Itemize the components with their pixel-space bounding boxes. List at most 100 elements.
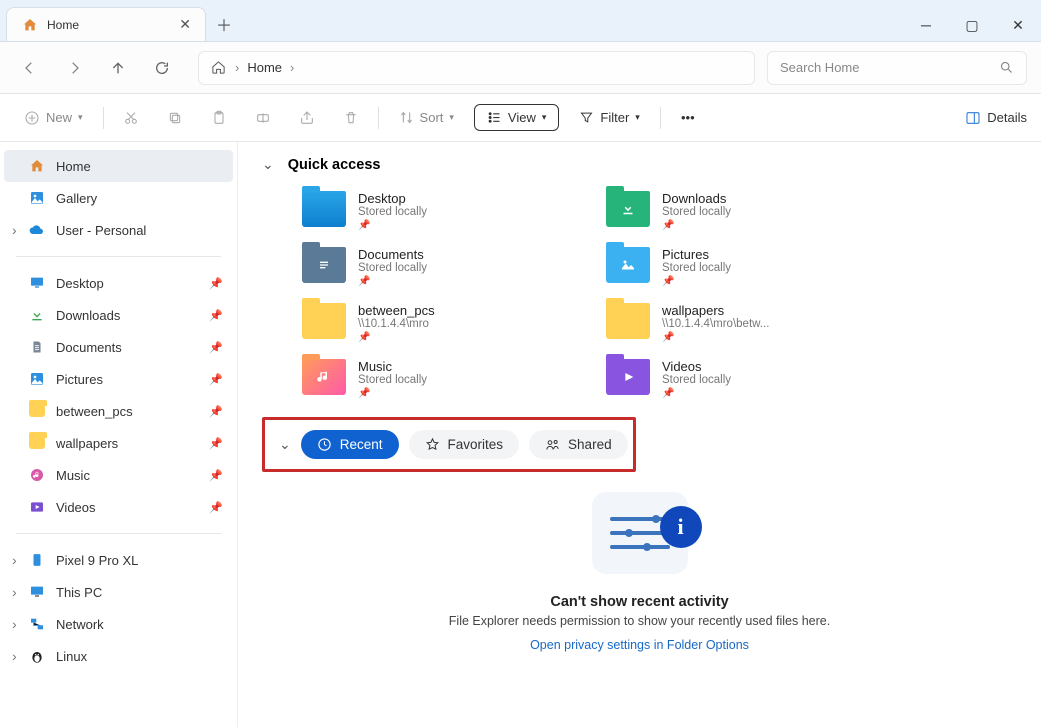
more-button[interactable]: •••: [671, 104, 705, 131]
breadcrumb-home[interactable]: Home: [247, 60, 282, 75]
new-tab-button[interactable]: ＋: [206, 7, 242, 41]
up-button[interactable]: [102, 52, 134, 84]
pictures-icon: [28, 370, 46, 388]
network-icon: [28, 615, 46, 633]
divider: [660, 107, 661, 129]
rename-button[interactable]: [246, 104, 280, 132]
back-button[interactable]: [14, 52, 46, 84]
copy-button[interactable]: [158, 104, 192, 132]
minimize-button[interactable]: ─: [903, 9, 949, 41]
qa-item-desktop[interactable]: DesktopStored locally📌: [302, 187, 586, 235]
pin-icon: 📌: [209, 501, 223, 514]
cut-button[interactable]: [114, 104, 148, 132]
maximize-button[interactable]: ▢: [949, 9, 995, 41]
empty-state: i Can't show recent activity File Explor…: [262, 492, 1017, 652]
linux-icon: [28, 647, 46, 665]
videos-icon: [28, 498, 46, 516]
view-button[interactable]: View▾: [474, 104, 559, 131]
sort-button[interactable]: Sort▾: [389, 104, 464, 131]
home-icon: [209, 59, 227, 77]
empty-subtitle: File Explorer needs permission to show y…: [449, 614, 830, 628]
sidebar-item-thispc[interactable]: This PC: [4, 576, 233, 608]
sidebar-item-videos[interactable]: Videos📌: [4, 491, 233, 523]
browser-tab-home[interactable]: Home ✕: [6, 7, 206, 41]
details-pane-button[interactable]: Details: [965, 110, 1027, 126]
forward-button[interactable]: [58, 52, 90, 84]
sidebar-item-between-pcs[interactable]: between_pcs📌: [4, 395, 233, 427]
sidebar-item-desktop[interactable]: Desktop📌: [4, 267, 233, 299]
tab-favorites[interactable]: Favorites: [409, 430, 520, 459]
search-input[interactable]: Search Home: [767, 51, 1027, 85]
home-icon: [28, 157, 46, 175]
tab-shared[interactable]: Shared: [529, 430, 628, 459]
navigation-bar: › Home › Search Home: [0, 42, 1041, 94]
pin-icon: 📌: [209, 469, 223, 482]
desktop-icon: [28, 274, 46, 292]
gallery-icon: [28, 189, 46, 207]
divider: [378, 107, 379, 129]
music-icon: [28, 466, 46, 484]
navigation-pane: Home Gallery User - Personal Desktop📌 Do…: [0, 142, 238, 727]
qa-item-pictures[interactable]: PicturesStored locally📌: [606, 243, 890, 291]
sidebar-item-linux[interactable]: Linux: [4, 640, 233, 672]
sidebar-item-onedrive[interactable]: User - Personal: [4, 214, 233, 246]
sidebar-item-documents[interactable]: Documents📌: [4, 331, 233, 363]
close-tab-icon[interactable]: ✕: [179, 16, 191, 33]
chevron-down-icon[interactable]: ⌄: [279, 436, 291, 453]
videos-folder-icon: [606, 359, 650, 395]
divider: [16, 256, 221, 257]
tab-title: Home: [47, 18, 171, 32]
info-badge-icon: i: [660, 506, 702, 548]
qa-item-downloads[interactable]: DownloadsStored locally📌: [606, 187, 890, 235]
open-privacy-settings-link[interactable]: Open privacy settings in Folder Options: [530, 638, 749, 652]
desktop-folder-icon: [302, 191, 346, 227]
documents-icon: [28, 338, 46, 356]
qa-item-between-pcs[interactable]: between_pcs\\10.1.4.4\mro📌: [302, 299, 586, 347]
pin-icon: 📌: [209, 277, 223, 290]
chevron-down-icon: ⌄: [262, 156, 274, 173]
sidebar-item-downloads[interactable]: Downloads📌: [4, 299, 233, 331]
quick-access-grid: DesktopStored locally📌 DownloadsStored l…: [302, 187, 1017, 403]
quick-access-header[interactable]: ⌄ Quick access: [262, 156, 1017, 173]
phone-icon: [28, 551, 46, 569]
home-filter-tabs: ⌄ Recent Favorites Shared: [262, 417, 636, 472]
sidebar-item-music[interactable]: Music📌: [4, 459, 233, 491]
paste-button[interactable]: [202, 104, 236, 132]
tab-recent[interactable]: Recent: [301, 430, 399, 459]
sidebar-item-home[interactable]: Home: [4, 150, 233, 182]
sidebar-item-pictures[interactable]: Pictures📌: [4, 363, 233, 395]
new-button[interactable]: New▾: [14, 104, 93, 132]
main-content: ⌄ Quick access DesktopStored locally📌 Do…: [238, 142, 1041, 727]
window-controls: ─ ▢ ✕: [903, 9, 1041, 41]
pictures-folder-icon: [606, 247, 650, 283]
titlebar: Home ✕ ＋ ─ ▢ ✕: [0, 0, 1041, 42]
folder-icon: [302, 303, 346, 339]
qa-item-documents[interactable]: DocumentsStored locally📌: [302, 243, 586, 291]
sidebar-item-network[interactable]: Network: [4, 608, 233, 640]
pin-icon: 📌: [209, 341, 223, 354]
qa-item-music[interactable]: MusicStored locally📌: [302, 355, 586, 403]
breadcrumb-sep: ›: [235, 60, 239, 75]
sidebar-item-gallery[interactable]: Gallery: [4, 182, 233, 214]
qa-item-videos[interactable]: VideosStored locally📌: [606, 355, 890, 403]
file-explorer-window: Home ✕ ＋ ─ ▢ ✕ › Home › Search Home New▾: [0, 0, 1041, 727]
folder-icon: [28, 434, 46, 452]
home-icon: [21, 16, 39, 34]
folder-icon: [28, 402, 46, 420]
monitor-icon: [28, 583, 46, 601]
address-bar[interactable]: › Home ›: [198, 51, 755, 85]
share-button[interactable]: [290, 104, 324, 132]
sidebar-item-pixel[interactable]: Pixel 9 Pro XL: [4, 544, 233, 576]
downloads-icon: [28, 306, 46, 324]
pin-icon: 📌: [209, 373, 223, 386]
music-folder-icon: [302, 359, 346, 395]
sidebar-item-wallpapers[interactable]: wallpapers📌: [4, 427, 233, 459]
delete-button[interactable]: [334, 104, 368, 132]
divider: [16, 533, 221, 534]
filter-button[interactable]: Filter▾: [569, 104, 649, 131]
close-button[interactable]: ✕: [995, 9, 1041, 41]
refresh-button[interactable]: [146, 52, 178, 84]
qa-item-wallpapers[interactable]: wallpapers\\10.1.4.4\mro\betw...📌: [606, 299, 890, 347]
content-area: Home Gallery User - Personal Desktop📌 Do…: [0, 142, 1041, 727]
folder-icon: [606, 303, 650, 339]
